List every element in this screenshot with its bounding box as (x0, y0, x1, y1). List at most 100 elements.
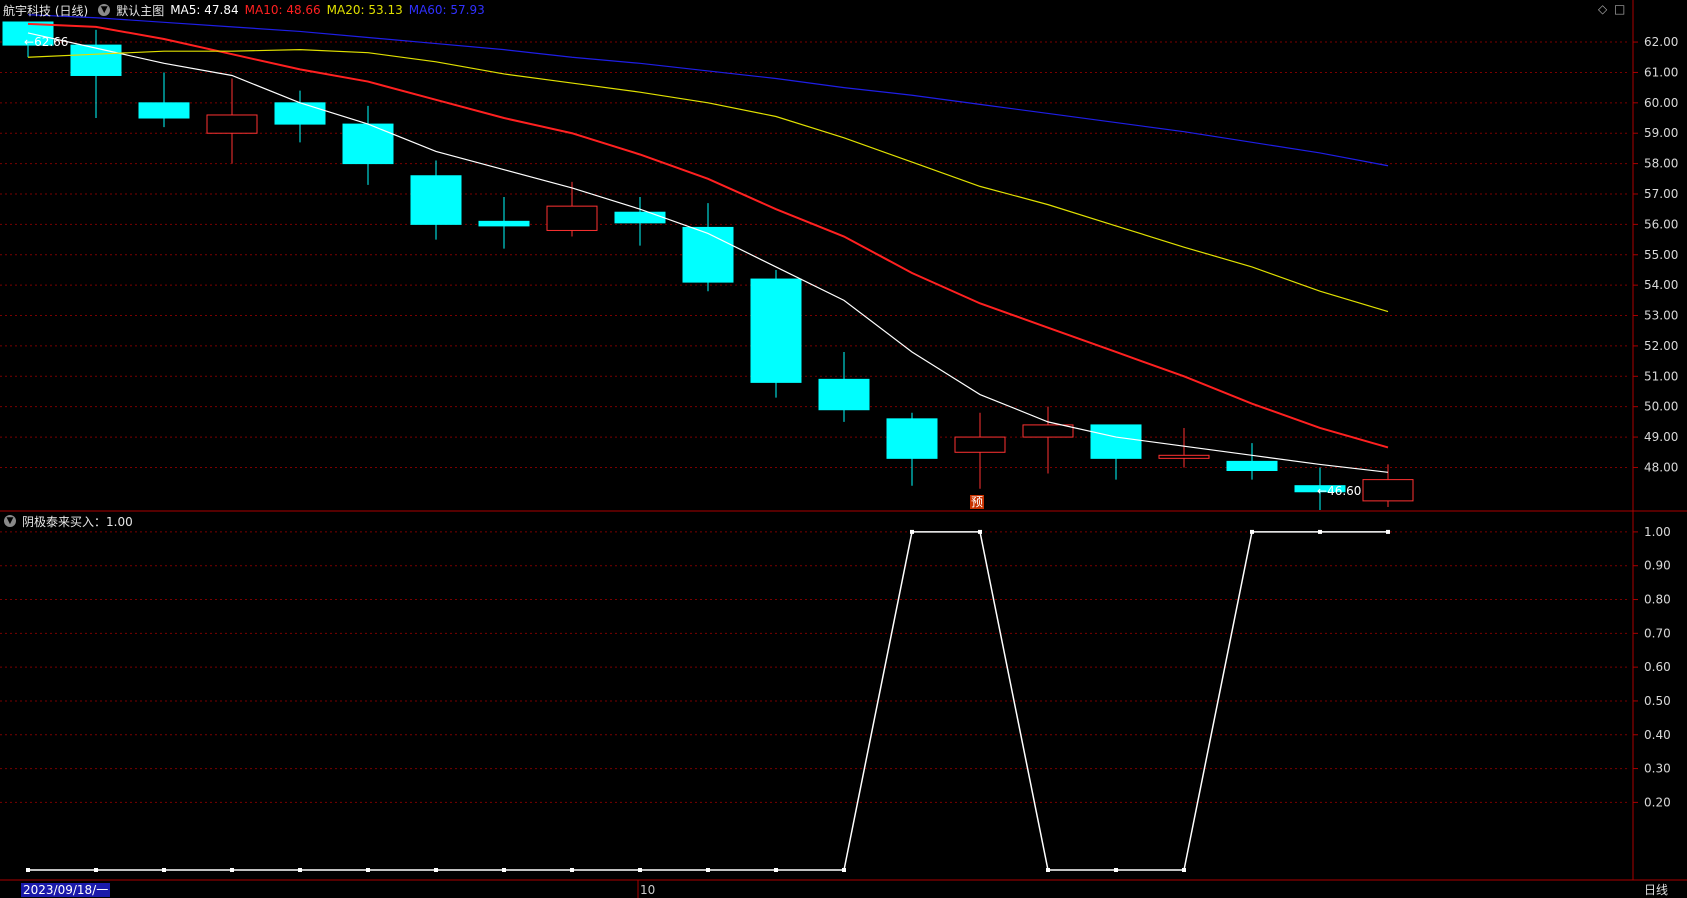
ma20-value: MA20: 53.13 (326, 3, 403, 17)
chevron-down-icon[interactable]: ▼ (98, 4, 111, 16)
candle-body (1022, 424, 1074, 438)
indicator-point (842, 868, 846, 872)
indicator-header: ▼ 阴极泰来买入：1.00 (0, 511, 139, 531)
indicator-point (366, 868, 370, 872)
candle-body (750, 278, 802, 383)
period-label[interactable]: 日线 (1644, 883, 1668, 897)
indicator-point (502, 868, 506, 872)
candle (886, 412, 938, 486)
indicator-point (1250, 529, 1254, 534)
y-tick-label: 51.00 (1644, 369, 1678, 383)
chart-canvas: 48.00 49.00 50.00 51.00 52.00 53.00 54.00 55.00… (0, 0, 1687, 898)
candle-body (70, 44, 122, 76)
y-tick-label: 60.00 (1644, 96, 1678, 110)
candle (70, 29, 122, 119)
ma5-value: MA5: 47.84 (170, 3, 239, 17)
candle-body (614, 211, 666, 224)
indicator-point (230, 868, 234, 872)
y-tick-label: 0.90 (1644, 559, 1671, 573)
diamond-icon[interactable]: ◇ (1598, 2, 1607, 16)
y-tick-label: 52.00 (1644, 339, 1678, 353)
y-tick-label: 49.00 (1644, 430, 1678, 444)
indicator-point (638, 868, 642, 872)
indicator-point (1046, 868, 1050, 872)
y-tick-label: 61.00 (1644, 65, 1678, 79)
indicator-point (570, 868, 574, 872)
month-label: 10 (640, 883, 656, 897)
square-icon[interactable]: □ (1614, 2, 1625, 16)
stock-name: 航宇科技 (日线) (3, 3, 89, 18)
y-tick-label: 57.00 (1644, 187, 1678, 201)
y-tick-label: 0.60 (1644, 660, 1671, 674)
y-tick-label: 59.00 (1644, 126, 1678, 140)
y-tick-label: 48.00 (1644, 460, 1678, 474)
y-tick-label: 62.00 (1644, 35, 1678, 49)
candle-body (274, 102, 326, 125)
candle (410, 160, 462, 240)
ma10-value: MA10: 48.66 (244, 3, 321, 17)
candle (1022, 406, 1074, 474)
candle-body (138, 102, 190, 119)
candle-body (546, 205, 598, 231)
candle-body (342, 123, 394, 165)
y-tick-label: 0.30 (1644, 762, 1671, 776)
y-tick-label: 58.00 (1644, 157, 1678, 171)
candle (818, 351, 870, 422)
forecast-marker[interactable]: 预 (970, 495, 985, 509)
y-tick-label: 0.80 (1644, 593, 1671, 607)
candle (546, 181, 598, 237)
date-label: 2023/09/18/一 (21, 883, 111, 897)
chevron-down-icon[interactable]: ▼ (4, 515, 16, 527)
candle (750, 269, 802, 398)
candle-body (954, 436, 1006, 453)
y-tick-label: 54.00 (1644, 278, 1678, 292)
y-tick-label: 1.00 (1644, 525, 1671, 539)
candle (342, 105, 394, 185)
candle-body (410, 175, 462, 225)
indicator-label: 阴极泰来买入：1.00 (22, 514, 133, 529)
y-tick-label: 53.00 (1644, 309, 1678, 323)
low-price-annotation: ←46.60 (1317, 484, 1362, 498)
candle-body (682, 226, 734, 283)
candle (954, 412, 1006, 489)
y-tick-label: 0.50 (1644, 694, 1671, 708)
indicator-point (298, 868, 302, 872)
chart-stage: 48.00 49.00 50.00 51.00 52.00 53.00 54.00 55.00… (0, 0, 1687, 898)
indicator-point (774, 868, 778, 872)
candle (682, 203, 734, 292)
high-price-annotation: ←62.66 (24, 35, 69, 49)
y-tick-label: 0.40 (1644, 728, 1671, 742)
main-chart-label[interactable]: 默认主图 (116, 2, 164, 19)
indicator-point (1182, 868, 1186, 872)
candle (206, 78, 258, 164)
indicator-point (1386, 529, 1390, 534)
candle-body (818, 378, 870, 411)
indicator-point (706, 868, 710, 872)
high-price-label: 62.66 (34, 35, 69, 49)
y-tick-label: 55.00 (1644, 248, 1678, 262)
main-chart-header: 航宇科技 (日线) ▼ 默认主图 MA5: 47.84 MA10: 48.66 … (0, 0, 491, 20)
candle (478, 197, 530, 249)
candle (138, 72, 190, 128)
candle (274, 90, 326, 143)
candle-body (1362, 479, 1414, 502)
candle-body (1226, 460, 1278, 471)
candle (1158, 427, 1210, 468)
indicator-point (1318, 529, 1322, 534)
candle-body (886, 418, 938, 459)
y-tick-label: 0.20 (1644, 795, 1671, 809)
indicator-point (162, 868, 166, 872)
ma60-value: MA60: 57.93 (408, 3, 485, 17)
candle-body (478, 220, 530, 227)
indicator-point (910, 529, 914, 534)
y-tick-label: 50.00 (1644, 400, 1678, 414)
indicator-point (26, 868, 30, 872)
y-tick-label: 56.00 (1644, 217, 1678, 231)
indicator-point (1114, 868, 1118, 872)
candle (1226, 443, 1278, 480)
candle-body (1158, 454, 1210, 459)
candle-body (206, 114, 258, 134)
indicator-point (978, 529, 982, 534)
y-tick-label: 0.70 (1644, 626, 1671, 640)
candle-body (1090, 424, 1142, 459)
